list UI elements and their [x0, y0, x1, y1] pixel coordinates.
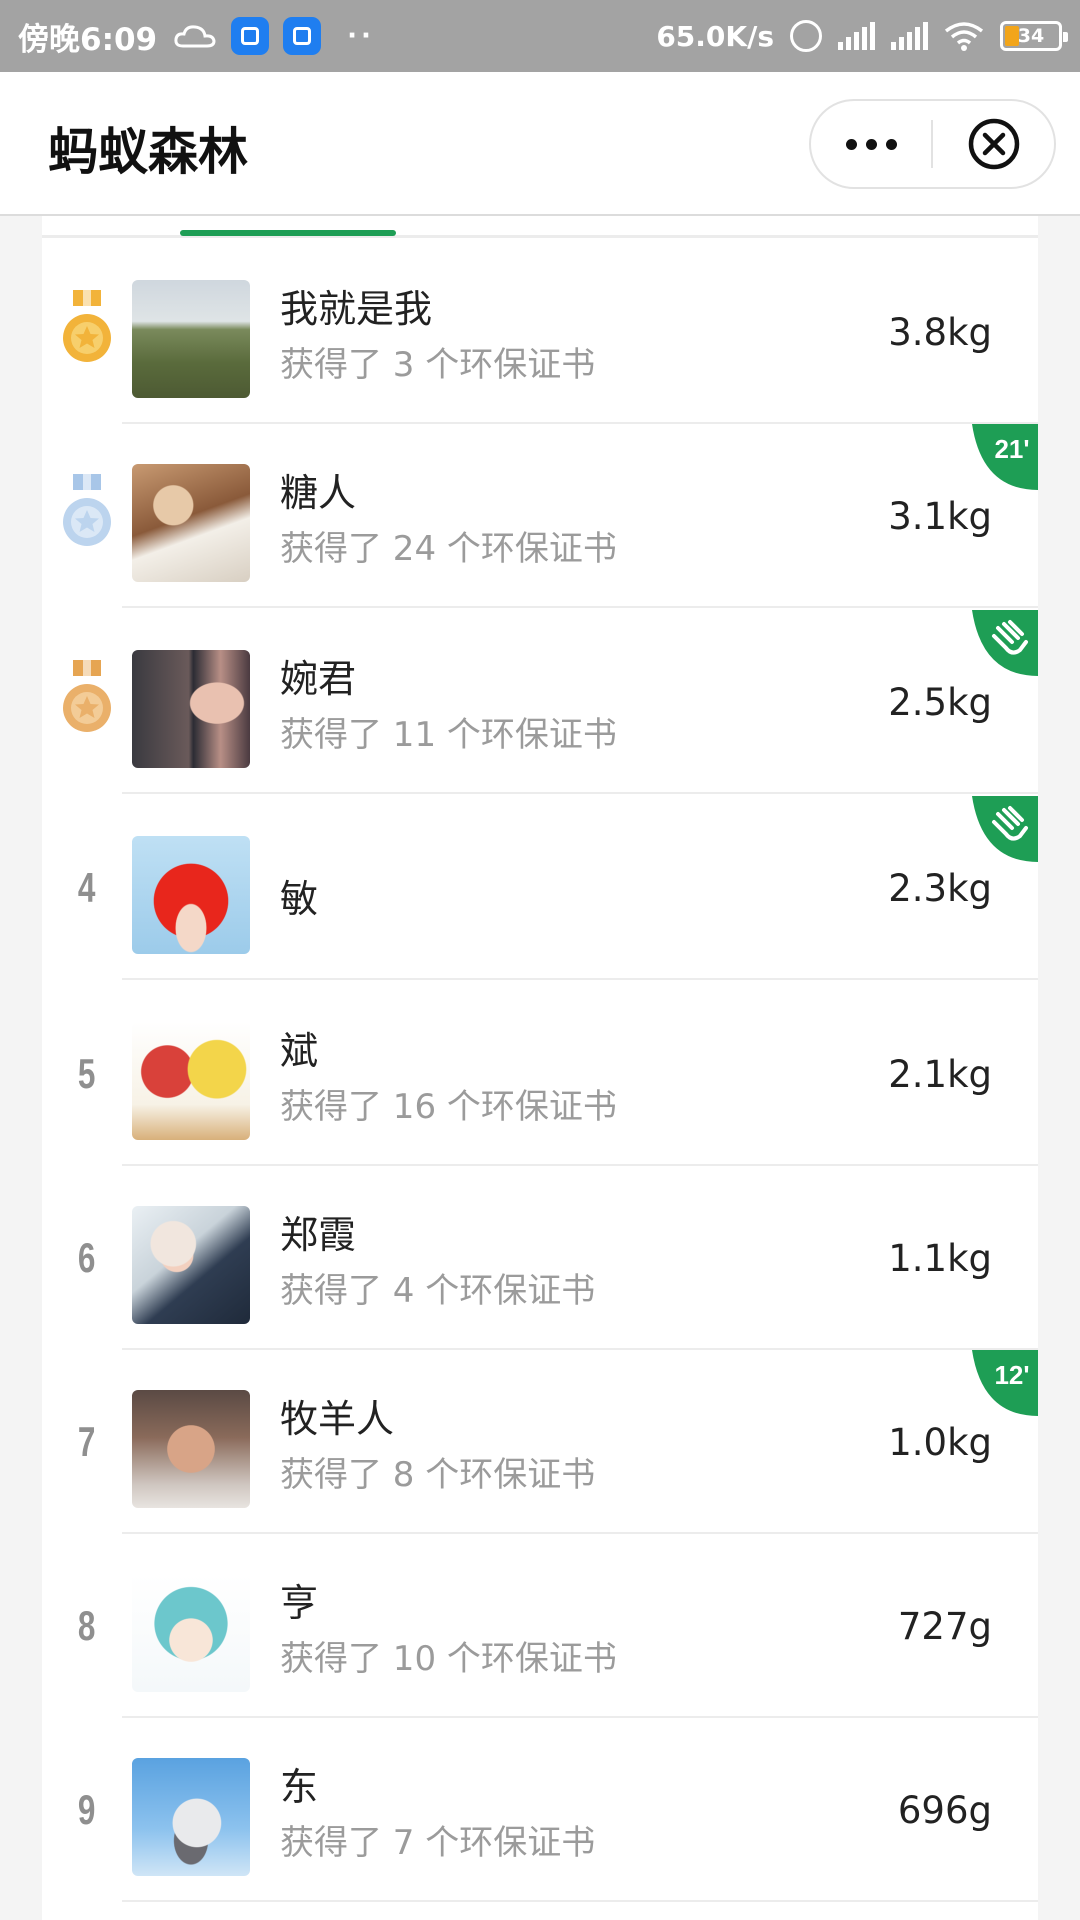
certificate-count: 获得了 11 个环保证书 — [280, 715, 617, 755]
navigation-bar: 蚂蚁森林 — [0, 72, 1080, 216]
friend-name: 我就是我 — [280, 287, 433, 331]
alarm-icon — [790, 20, 822, 52]
cloud-icon — [173, 23, 217, 49]
bronze-medal-icon — [42, 610, 132, 794]
avatar — [132, 650, 250, 768]
app-notification-icon — [231, 17, 270, 55]
ranking-row[interactable]: 4 敏 2.3kg — [42, 796, 1038, 980]
status-time: 傍晚6:09 — [18, 21, 158, 58]
row-divider — [122, 1900, 1038, 1902]
rank-number: 5 — [78, 1050, 96, 1097]
signal-icon — [891, 22, 928, 50]
silver-medal-icon — [42, 424, 132, 608]
signal-icon — [838, 22, 875, 50]
battery-icon: 34 — [1000, 21, 1068, 51]
ranking-row[interactable]: 5 斌 获得了 16 个环保证书 2.1kg — [42, 982, 1038, 1166]
ranking-row[interactable]: 7 牧羊人 获得了 8 个环保证书 1.0kg 12' — [42, 1350, 1038, 1534]
ranking-row[interactable]: 8 亨 获得了 10 个环保证书 727g — [42, 1534, 1038, 1718]
hand-icon[interactable] — [972, 610, 1038, 676]
dot-icon — [885, 138, 897, 150]
avatar — [132, 1758, 250, 1876]
gold-medal-icon — [42, 240, 132, 424]
dot-icon — [865, 138, 877, 150]
ranking-row[interactable]: 9 东 获得了 7 个环保证书 696g — [42, 1718, 1038, 1902]
avatar — [132, 464, 250, 582]
avatar — [132, 1390, 250, 1508]
badge-time: 12' — [994, 1360, 1029, 1390]
avatar — [132, 1574, 250, 1692]
ranking-row[interactable]: 6 郑霞 获得了 4 个环保证书 1.1kg — [42, 1166, 1038, 1350]
ranking-row[interactable]: 我就是我 获得了 3 个环保证书 3.8kg — [42, 240, 1038, 424]
energy-weight: 696g — [897, 1788, 992, 1832]
close-icon — [968, 118, 1019, 170]
mini-program-capsule — [809, 99, 1056, 189]
rank-number: 8 — [78, 1602, 96, 1649]
friend-name: 亨 — [280, 1581, 319, 1625]
row-divider — [122, 606, 1038, 608]
row-divider — [122, 978, 1038, 980]
dot-icon — [845, 138, 857, 150]
friend-name: 郑霞 — [280, 1213, 357, 1257]
battery-level: 34 — [1017, 25, 1045, 47]
rank-number: 6 — [78, 1234, 96, 1281]
friend-name: 牧羊人 — [280, 1397, 395, 1441]
rank-number: 9 — [78, 1786, 96, 1833]
friend-name: 敏 — [280, 877, 319, 921]
friend-name: 婉君 — [280, 657, 357, 701]
close-button[interactable] — [933, 101, 1054, 187]
certificate-count: 获得了 24 个环保证书 — [280, 529, 617, 569]
row-divider — [122, 792, 1038, 794]
page-title: 蚂蚁森林 — [48, 123, 248, 181]
ranking-list: 我就是我 获得了 3 个环保证书 3.8kg 糖人 获得了 24 个环保证书 3… — [42, 216, 1038, 1920]
more-button[interactable] — [811, 101, 931, 187]
badge-time: 21' — [994, 434, 1029, 464]
more-notifications-icon: ·· — [347, 21, 375, 51]
energy-weight: 727g — [897, 1604, 992, 1648]
energy-weight: 2.1kg — [888, 1052, 992, 1096]
active-tab-indicator — [180, 230, 396, 236]
certificate-count: 获得了 4 个环保证书 — [280, 1271, 596, 1311]
hand-icon[interactable] — [972, 796, 1038, 862]
wifi-icon — [944, 21, 984, 51]
ranking-row[interactable]: 婉君 获得了 11 个环保证书 2.5kg — [42, 610, 1038, 794]
avatar — [132, 1022, 250, 1140]
energy-weight: 3.8kg — [888, 310, 992, 354]
rank-number: 7 — [78, 1418, 96, 1465]
certificate-count: 获得了 16 个环保证书 — [280, 1087, 617, 1127]
avatar — [132, 836, 250, 954]
friend-name: 糖人 — [280, 471, 357, 515]
certificate-count: 获得了 10 个环保证书 — [280, 1639, 617, 1679]
energy-weight: 1.1kg — [888, 1236, 992, 1280]
avatar — [132, 1206, 250, 1324]
avatar — [132, 280, 250, 398]
rank-number: 4 — [78, 864, 96, 911]
app-notification-icon — [283, 17, 322, 55]
certificate-count: 获得了 3 个环保证书 — [280, 345, 596, 385]
friend-name: 斌 — [280, 1029, 319, 1073]
certificate-count: 获得了 8 个环保证书 — [280, 1455, 596, 1495]
ranking-row[interactable]: 糖人 获得了 24 个环保证书 3.1kg 21' — [42, 424, 1038, 608]
status-bar: 傍晚6:09 ·· 65.0K/s 34 — [0, 0, 1080, 72]
network-speed: 65.0K/s — [656, 19, 774, 53]
certificate-count: 获得了 7 个环保证书 — [280, 1823, 596, 1863]
friend-name: 东 — [280, 1765, 319, 1809]
energy-countdown-badge[interactable]: 21' — [972, 424, 1038, 490]
energy-countdown-badge[interactable]: 12' — [972, 1350, 1038, 1416]
